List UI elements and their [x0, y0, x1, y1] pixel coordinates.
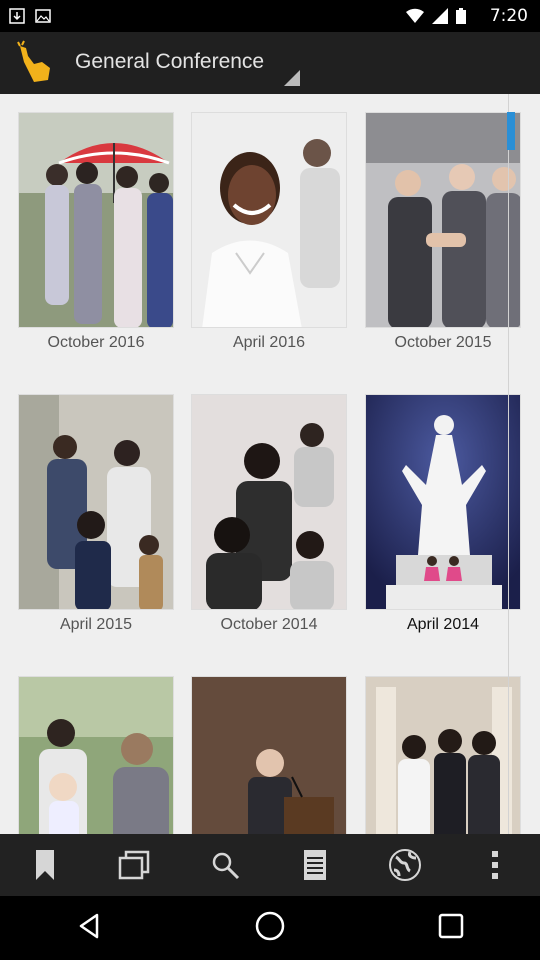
conference-label: October 2016	[47, 334, 145, 351]
conference-item-8[interactable]	[365, 676, 521, 834]
notes-button[interactable]	[270, 834, 360, 896]
wifi-icon	[406, 8, 424, 23]
scrollbar-track	[508, 94, 509, 834]
image-icon	[35, 9, 51, 23]
search-button[interactable]	[180, 834, 270, 896]
more-icon	[492, 851, 498, 879]
conference-item-2[interactable]: October 2015	[365, 112, 521, 352]
recents-button[interactable]	[437, 912, 465, 945]
conference-thumbnail[interactable]	[18, 676, 174, 834]
signal-icon	[432, 8, 448, 24]
app-title-dropdown[interactable]: General Conference	[75, 50, 264, 74]
conference-thumbnail[interactable]	[18, 394, 174, 610]
conference-item-4[interactable]: October 2014	[191, 394, 347, 634]
more-options-button[interactable]	[450, 834, 540, 896]
back-button[interactable]	[75, 912, 103, 945]
battery-icon	[456, 8, 466, 24]
conference-item-1[interactable]: April 2016	[191, 112, 347, 352]
conference-label: April 2015	[59, 616, 133, 633]
conference-label: October 2014	[220, 616, 318, 633]
notification-icons	[8, 7, 52, 25]
conference-item-5[interactable]: April 2014	[365, 394, 521, 634]
back-icon	[80, 913, 99, 938]
status-time: 7:20	[489, 6, 528, 26]
status-bar: 7:20	[0, 0, 540, 32]
conference-thumbnail[interactable]	[365, 676, 521, 834]
app-logo-icon[interactable]	[12, 40, 58, 86]
download-icon	[9, 8, 25, 24]
system-icons	[406, 8, 466, 24]
conference-thumbnail[interactable]	[191, 676, 347, 834]
conference-label: April 2016	[232, 334, 306, 351]
app-bar: General Conference	[0, 32, 540, 94]
conference-thumbnail[interactable]	[18, 112, 174, 328]
conference-item-6[interactable]	[18, 676, 174, 834]
bookmark-icon	[36, 850, 54, 880]
recents-icon	[438, 913, 463, 938]
home-button[interactable]	[254, 910, 286, 947]
bookmarks-button[interactable]	[0, 834, 90, 896]
globe-icon	[389, 849, 421, 881]
search-icon	[212, 852, 240, 880]
windows-button[interactable]	[90, 834, 180, 896]
conference-label: October 2015	[394, 334, 492, 351]
conference-grid[interactable]: October 2016 April 2016 October 2015 Apr…	[0, 94, 540, 834]
language-button[interactable]	[360, 834, 450, 896]
dropdown-caret-icon[interactable]	[284, 70, 300, 86]
bottom-toolbar	[0, 834, 540, 896]
conference-label: April 2014	[406, 616, 480, 633]
system-navigation-bar	[0, 896, 540, 960]
home-icon	[255, 911, 285, 940]
scrollbar-thumb[interactable]	[507, 112, 515, 150]
conference-thumbnail[interactable]	[365, 112, 521, 328]
notes-icon	[304, 850, 326, 880]
conference-thumbnail[interactable]	[191, 394, 347, 610]
conference-thumbnail[interactable]	[191, 112, 347, 328]
windows-icon	[118, 850, 150, 880]
conference-item-3[interactable]: April 2015	[18, 394, 174, 634]
conference-item-7[interactable]	[191, 676, 347, 834]
conference-thumbnail[interactable]	[365, 394, 521, 610]
conference-item-0[interactable]: October 2016	[18, 112, 174, 352]
